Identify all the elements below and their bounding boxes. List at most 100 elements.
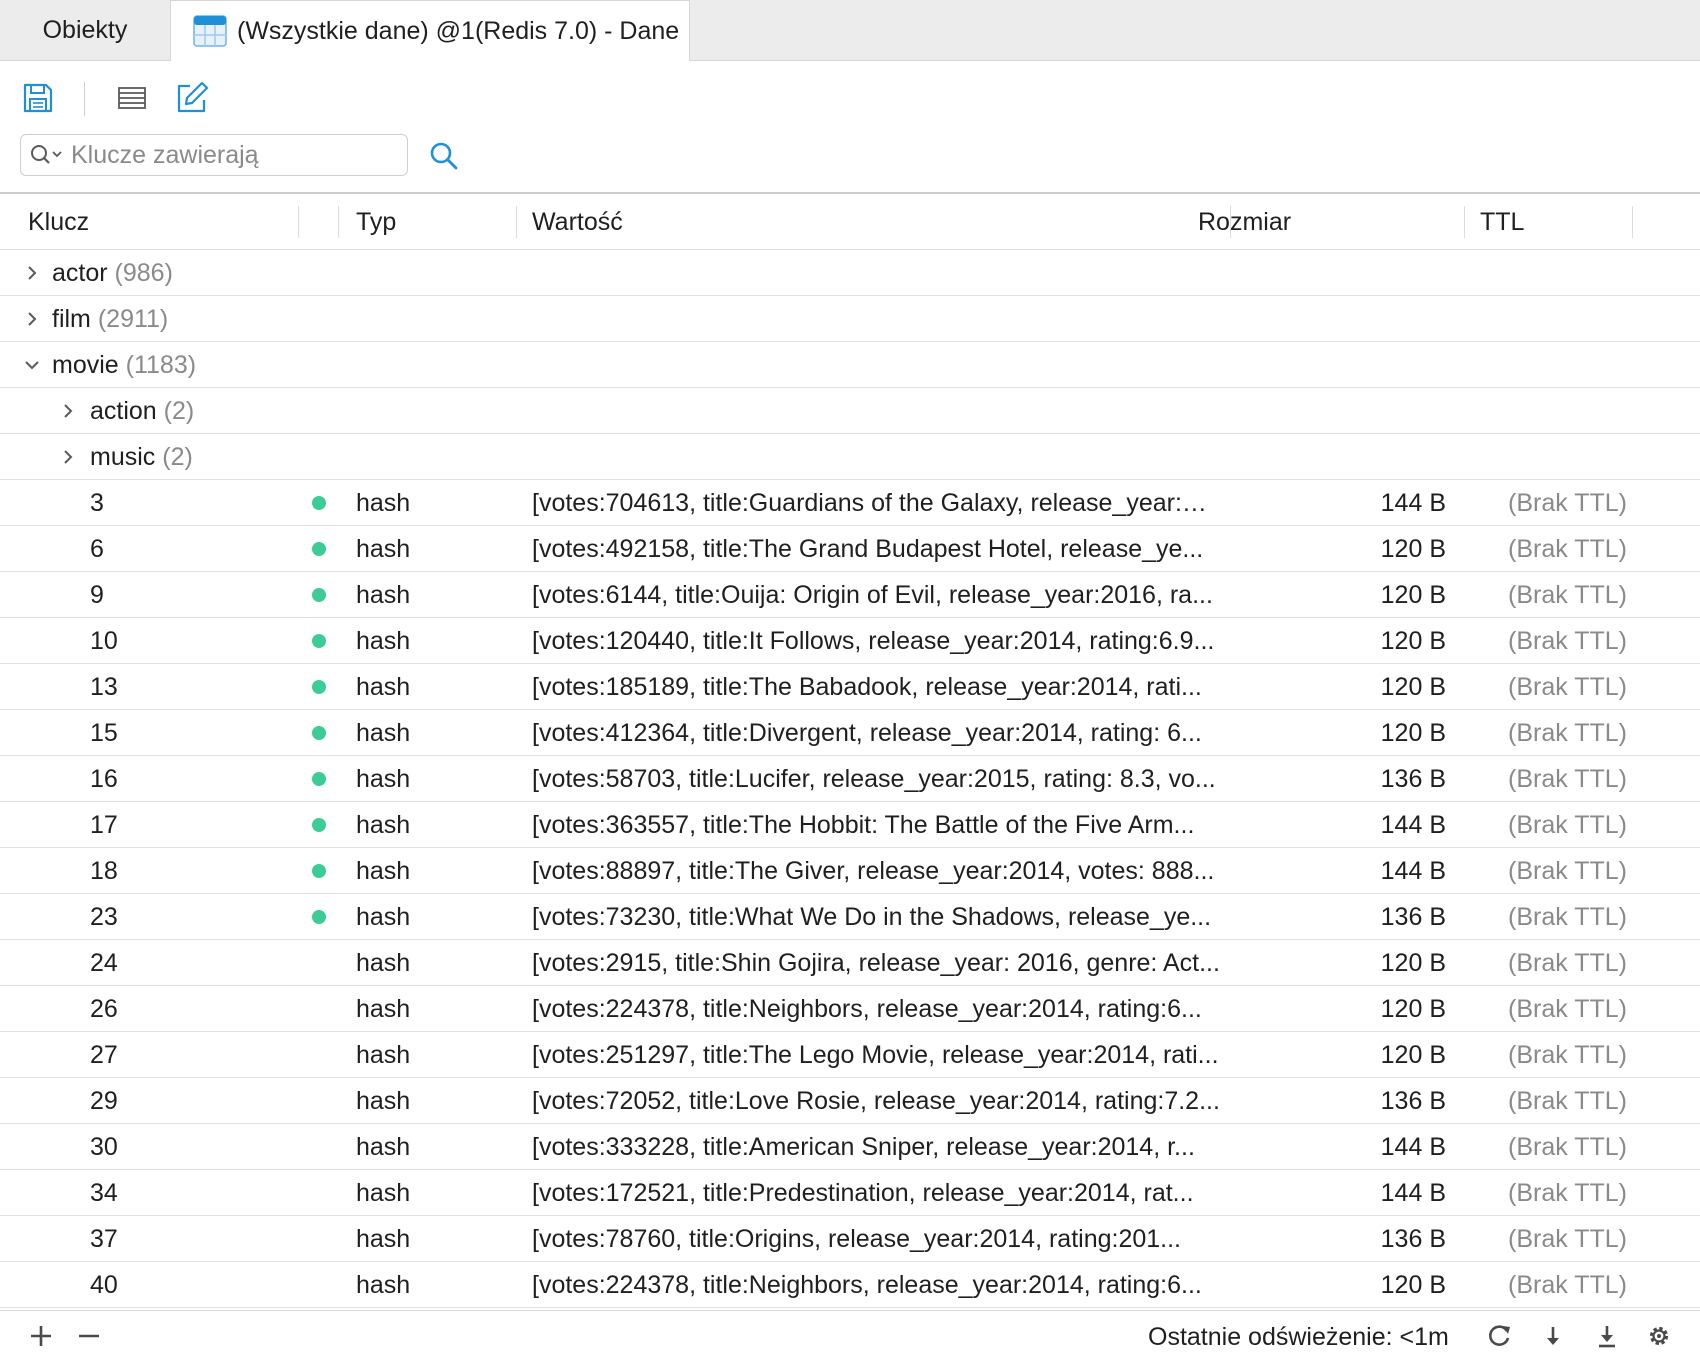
table-row[interactable]: 18 hash [votes:88897, title:The Giver, r… (0, 848, 1700, 894)
row-size: 120 B (1380, 627, 1446, 655)
row-size: 144 B (1380, 489, 1446, 517)
load-more-button[interactable] (1536, 1319, 1570, 1353)
table-row[interactable]: 9 hash [votes:6144, title:Ouija: Origin … (0, 572, 1700, 618)
tab-objects-label: Obiekty (42, 15, 128, 44)
row-type: hash (356, 627, 411, 655)
table-row[interactable]: 37 hash [votes:78760, title:Origins, rel… (0, 1216, 1700, 1262)
row-size: 120 B (1380, 995, 1446, 1023)
row-key: 13 (90, 673, 118, 701)
row-type: hash (356, 995, 411, 1023)
gear-icon (1649, 1326, 1669, 1346)
row-type: hash (356, 1087, 411, 1115)
list-view-button[interactable] (112, 78, 152, 118)
table-row[interactable]: 10 hash [votes:120440, title:It Follows,… (0, 618, 1700, 664)
refresh-button[interactable] (1482, 1319, 1516, 1353)
row-value: [votes:251297, title:The Lego Movie, rel… (532, 1041, 1219, 1069)
row-type: hash (356, 1271, 411, 1299)
column-separator[interactable] (1632, 206, 1633, 238)
table-row[interactable]: 26 hash [votes:224378, title:Neighbors, … (0, 986, 1700, 1032)
table-row[interactable]: 3 hash [votes:704613, title:Guardians of… (0, 480, 1700, 526)
column-separator[interactable] (298, 206, 299, 238)
chevron-right-icon[interactable] (22, 263, 42, 283)
tree-group-row[interactable]: movie (1183) (0, 342, 1700, 388)
row-size: 120 B (1380, 949, 1446, 977)
row-type: hash (356, 1041, 411, 1069)
search-button[interactable] (424, 136, 464, 176)
tab-data[interactable]: (Wszystkie dane) @1(Redis 7.0) - Dane (170, 0, 690, 61)
tree-group-row[interactable]: action (2) (0, 388, 1700, 434)
row-type: hash (356, 489, 411, 517)
row-key: 3 (90, 489, 104, 517)
table-icon (193, 15, 227, 47)
table-row[interactable]: 30 hash [votes:333228, title:American Sn… (0, 1124, 1700, 1170)
column-separator[interactable] (516, 206, 517, 238)
table-row[interactable]: 29 hash [votes:72052, title:Love Rosie, … (0, 1078, 1700, 1124)
row-ttl: (Brak TTL) (1508, 1271, 1627, 1299)
row-ttl: (Brak TTL) (1508, 1179, 1627, 1207)
add-key-button[interactable] (24, 1319, 58, 1353)
download-icon (1599, 1326, 1615, 1348)
row-ttl: (Brak TTL) (1508, 903, 1627, 931)
toolbar-separator (84, 82, 85, 116)
row-key: 27 (90, 1041, 118, 1069)
row-ttl: (Brak TTL) (1508, 995, 1627, 1023)
column-header-size[interactable]: Rozmiar (1198, 208, 1291, 237)
tree-group-row[interactable]: music (2) (0, 434, 1700, 480)
table-row[interactable]: 16 hash [votes:58703, title:Lucifer, rel… (0, 756, 1700, 802)
row-key: 6 (90, 535, 104, 563)
table-row[interactable]: 6 hash [votes:492158, title:The Grand Bu… (0, 526, 1700, 572)
table-row[interactable]: 15 hash [votes:412364, title:Divergent, … (0, 710, 1700, 756)
column-separator[interactable] (338, 206, 339, 238)
tree-group-row[interactable]: actor (986) (0, 250, 1700, 296)
row-value: [votes:58703, title:Lucifer, release_yea… (532, 765, 1216, 793)
chevron-down-icon[interactable] (22, 355, 42, 375)
column-header-key[interactable]: Klucz (28, 208, 89, 237)
chevron-right-icon[interactable] (22, 309, 42, 329)
group-count: (2) (163, 397, 195, 425)
row-ttl: (Brak TTL) (1508, 811, 1627, 839)
row-size: 120 B (1380, 581, 1446, 609)
table-row[interactable]: 13 hash [votes:185189, title:The Babadoo… (0, 664, 1700, 710)
tab-bar: Obiekty (Wszystkie dane) @1(Redis 7.0) -… (0, 0, 1700, 61)
edit-button[interactable] (172, 78, 212, 118)
row-size: 120 B (1380, 1041, 1446, 1069)
load-all-button[interactable] (1590, 1319, 1624, 1353)
table-row[interactable]: 34 hash [votes:172521, title:Predestinat… (0, 1170, 1700, 1216)
tree-group-row[interactable]: film (2911) (0, 296, 1700, 342)
row-ttl: (Brak TTL) (1508, 719, 1627, 747)
chevron-right-icon[interactable] (58, 401, 78, 421)
row-value: [votes:412364, title:Divergent, release_… (532, 719, 1202, 747)
table-row[interactable]: 17 hash [votes:363557, title:The Hobbit:… (0, 802, 1700, 848)
chevron-right-icon[interactable] (58, 447, 78, 467)
loaded-indicator (312, 726, 326, 740)
row-key: 15 (90, 719, 118, 747)
table-row[interactable]: 23 hash [votes:73230, title:What We Do i… (0, 894, 1700, 940)
table-row[interactable]: 27 hash [votes:251297, title:The Lego Mo… (0, 1032, 1700, 1078)
group-count: (2) (162, 443, 193, 471)
refresh-icon (1489, 1325, 1510, 1346)
row-key: 24 (90, 949, 118, 977)
table-row[interactable]: 24 hash [votes:2915, title:Shin Gojira, … (0, 940, 1700, 986)
search-field[interactable] (20, 134, 408, 176)
tab-objects[interactable]: Obiekty (0, 0, 170, 60)
table-row[interactable]: 40 hash [votes:224378, title:Neighbors, … (0, 1262, 1700, 1308)
row-ttl: (Brak TTL) (1508, 535, 1627, 563)
table-header: Klucz Typ Wartość Rozmiar TTL (0, 194, 1700, 250)
search-input[interactable] (69, 139, 393, 171)
row-ttl: (Brak TTL) (1508, 1087, 1627, 1115)
column-separator[interactable] (1464, 206, 1465, 238)
loaded-indicator (312, 680, 326, 694)
row-type: hash (356, 1133, 411, 1161)
row-key: 18 (90, 857, 118, 885)
column-header-value[interactable]: Wartość (532, 208, 623, 237)
row-type: hash (356, 903, 411, 931)
group-name: action (90, 397, 157, 425)
settings-button[interactable] (1642, 1319, 1676, 1353)
column-header-ttl[interactable]: TTL (1480, 208, 1524, 237)
column-header-type[interactable]: Typ (356, 208, 396, 237)
list-icon (118, 87, 146, 109)
delete-key-button[interactable] (72, 1319, 106, 1353)
save-button[interactable] (18, 78, 58, 118)
search-options-icon[interactable] (29, 140, 69, 170)
row-type: hash (356, 765, 411, 793)
